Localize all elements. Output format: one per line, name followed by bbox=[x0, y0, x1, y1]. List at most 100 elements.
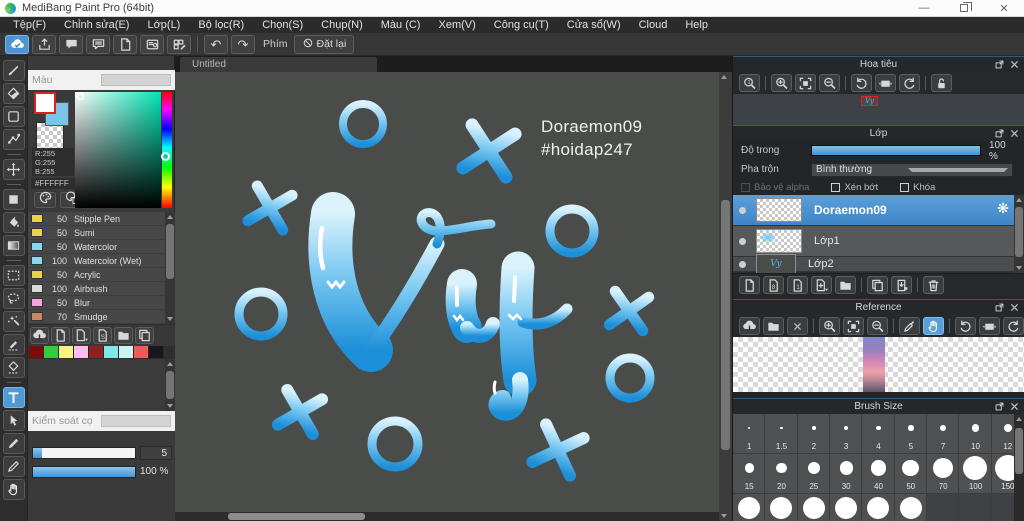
rotate-left-icon[interactable] bbox=[955, 317, 976, 335]
brush-size-cell[interactable]: 20 bbox=[764, 453, 799, 495]
popup-icon[interactable] bbox=[994, 128, 1009, 139]
folder-icon[interactable] bbox=[835, 276, 856, 294]
menu-item[interactable]: Chọn(S) bbox=[253, 17, 312, 33]
scroll-up-icon[interactable] bbox=[721, 75, 727, 79]
navigator-preview[interactable]: Vy bbox=[733, 94, 1024, 125]
shape-icon[interactable] bbox=[2, 106, 25, 127]
brush-list-item[interactable]: 100 Watercolor (Wet) bbox=[28, 254, 175, 268]
brush-size-cell[interactable]: 30 bbox=[828, 453, 864, 495]
magic-wand-icon[interactable] bbox=[2, 311, 25, 332]
text-icon[interactable] bbox=[2, 387, 25, 408]
brush-size-cell[interactable] bbox=[861, 493, 896, 521]
palette-button[interactable] bbox=[34, 191, 56, 208]
brush-size-cell[interactable]: 5 bbox=[893, 413, 928, 455]
transparent-color-swatch[interactable] bbox=[36, 122, 64, 150]
scroll-up-icon[interactable] bbox=[1016, 417, 1022, 421]
close-button[interactable]: ✕ bbox=[984, 0, 1024, 16]
grid-pencil-icon[interactable] bbox=[167, 34, 191, 54]
gear-icon[interactable] bbox=[996, 201, 1010, 220]
chat-lines-icon[interactable] bbox=[86, 34, 110, 54]
brush-size-cell[interactable] bbox=[893, 493, 928, 521]
upload-icon[interactable] bbox=[32, 34, 56, 54]
gradient-icon[interactable] bbox=[2, 235, 25, 256]
brush-list-item[interactable]: 50 Stipple Pen bbox=[28, 212, 175, 226]
layer-visibility-dot[interactable] bbox=[739, 206, 746, 214]
zoom-fit-icon[interactable] bbox=[843, 317, 864, 335]
checkbox-icon[interactable] bbox=[900, 182, 910, 192]
brush-list-item[interactable]: 50 Sumi bbox=[28, 226, 175, 240]
close-icon[interactable] bbox=[1009, 302, 1024, 313]
menu-item[interactable]: Chụp(N) bbox=[312, 17, 372, 33]
document-icon[interactable] bbox=[113, 34, 137, 54]
hand-icon[interactable] bbox=[923, 317, 944, 335]
brush-size-cell[interactable] bbox=[828, 493, 864, 521]
page-plus-icon[interactable] bbox=[811, 276, 832, 294]
layer-checkbox[interactable]: Bảo vệ alpha bbox=[741, 182, 809, 193]
rotate-right-icon[interactable] bbox=[1003, 317, 1024, 335]
redo-button[interactable]: ↷ bbox=[231, 34, 255, 54]
brush-list-item[interactable]: 50 Watercolor bbox=[28, 240, 175, 254]
zoom-actual-icon[interactable]: 1 bbox=[739, 74, 760, 92]
hue-slider[interactable] bbox=[161, 92, 172, 208]
brush-list-item[interactable]: 100 Airbrush bbox=[28, 282, 175, 296]
brush-size-cell[interactable]: 50 bbox=[893, 453, 928, 495]
move-icon[interactable] bbox=[2, 159, 25, 180]
popup-icon[interactable] bbox=[994, 302, 1009, 313]
palette-color[interactable] bbox=[134, 346, 149, 358]
layer-visibility-dot[interactable] bbox=[739, 237, 746, 245]
rotate-reset-icon[interactable] bbox=[979, 317, 1000, 335]
scroll-up-icon[interactable] bbox=[167, 215, 173, 219]
page-s-icon[interactable]: S bbox=[93, 327, 112, 344]
chat-icon[interactable] bbox=[59, 34, 83, 54]
palette-color[interactable] bbox=[104, 346, 119, 358]
brush-size-cell[interactable]: 1.5 bbox=[764, 413, 799, 455]
palette-color[interactable] bbox=[89, 346, 104, 358]
menu-item[interactable]: Công cụ(T) bbox=[485, 17, 558, 33]
layer-row[interactable]: Lớp1 bbox=[733, 226, 1024, 257]
menu-item[interactable]: Lớp(L) bbox=[138, 17, 189, 33]
brush-size-cell[interactable]: 25 bbox=[796, 453, 831, 495]
scroll-down-icon[interactable] bbox=[167, 404, 173, 408]
hand-icon[interactable] bbox=[2, 479, 25, 500]
brush-size-cell[interactable] bbox=[764, 493, 799, 521]
layer-row[interactable]: Doraemon09 bbox=[733, 195, 1024, 226]
palette-color[interactable] bbox=[74, 346, 89, 358]
lasso-icon[interactable] bbox=[2, 288, 25, 309]
merge-icon[interactable] bbox=[891, 276, 912, 294]
select-eraser-icon[interactable] bbox=[2, 357, 25, 378]
popup-icon[interactable] bbox=[994, 401, 1009, 412]
canvas-horizontal-scrollbar[interactable] bbox=[175, 512, 719, 521]
brush-list-item[interactable]: 70 Smudge bbox=[28, 310, 175, 324]
zoom-out-icon[interactable] bbox=[867, 317, 888, 335]
brush-size-value[interactable]: 5 bbox=[140, 446, 172, 460]
layer-visibility-dot[interactable] bbox=[739, 260, 746, 268]
close-icon[interactable] bbox=[787, 317, 808, 335]
brush-size-cell[interactable]: 7 bbox=[925, 413, 961, 455]
folder-icon[interactable] bbox=[114, 327, 133, 344]
layer-row[interactable]: Vy Lớp2 bbox=[733, 254, 1024, 273]
blend-mode-select[interactable]: Bình thường bbox=[811, 162, 1013, 177]
brush-size-cell[interactable]: 1 bbox=[733, 413, 767, 455]
brush-list-item[interactable]: 50 Blur bbox=[28, 296, 175, 310]
fill-rect-icon[interactable] bbox=[2, 189, 25, 210]
copy-icon[interactable] bbox=[867, 276, 888, 294]
close-icon[interactable] bbox=[1009, 401, 1024, 412]
saturation-value-picker[interactable] bbox=[75, 92, 161, 208]
brush-size-cell[interactable] bbox=[733, 493, 767, 521]
menu-item[interactable]: Help bbox=[676, 17, 717, 33]
scroll-up-icon[interactable] bbox=[167, 362, 173, 366]
brush-size-cell[interactable]: 70 bbox=[925, 453, 961, 495]
pen-icon[interactable] bbox=[2, 433, 25, 454]
scroll-up-icon[interactable] bbox=[1016, 198, 1022, 202]
palette-color[interactable] bbox=[44, 346, 59, 358]
checkbox-icon[interactable] bbox=[741, 182, 750, 192]
palette-color[interactable] bbox=[59, 346, 74, 358]
brush-size-cell[interactable]: 100 bbox=[958, 453, 993, 495]
page-8-icon[interactable]: 8 bbox=[763, 276, 784, 294]
restore-button[interactable] bbox=[944, 0, 984, 16]
panel-menu-button[interactable] bbox=[100, 415, 171, 427]
menu-item[interactable]: Bộ lọc(R) bbox=[189, 17, 253, 33]
layer-opacity-slider[interactable] bbox=[811, 145, 981, 156]
palette-color[interactable] bbox=[119, 346, 134, 358]
brush-size-scrollbar[interactable] bbox=[1014, 414, 1024, 521]
